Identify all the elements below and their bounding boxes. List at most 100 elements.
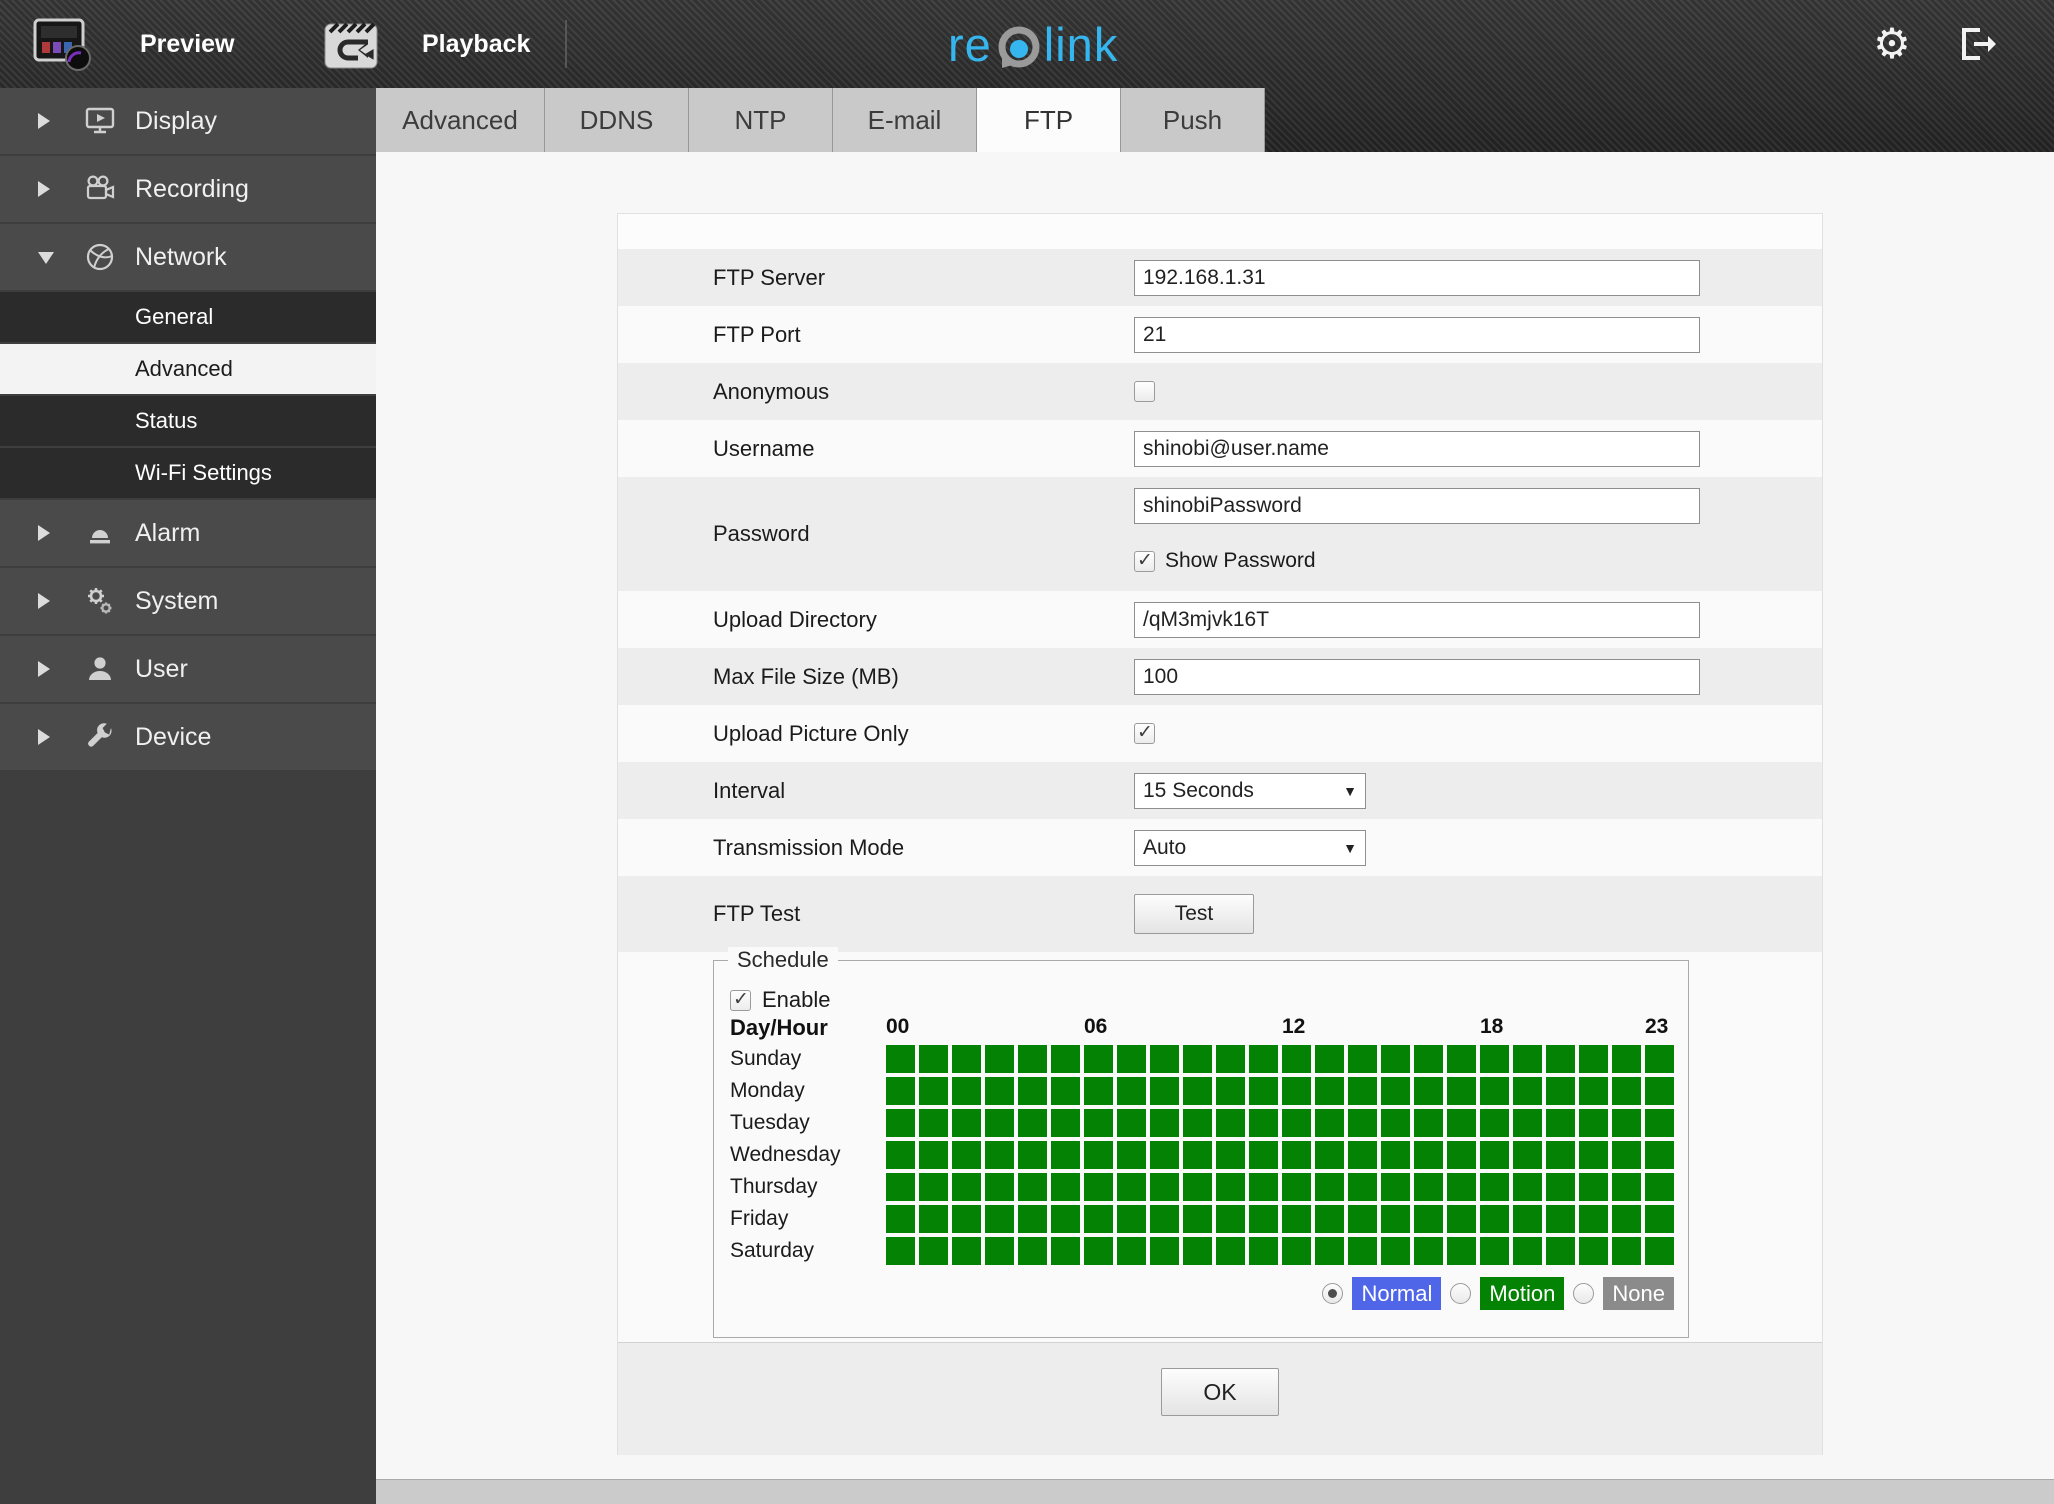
interval-select[interactable]: 15 Seconds ▼ (1134, 772, 1366, 809)
schedule-cell[interactable] (1381, 1109, 1410, 1137)
sidebar-item-system[interactable]: System (0, 568, 376, 634)
ok-button[interactable]: OK (1161, 1368, 1279, 1416)
schedule-cell[interactable] (1315, 1141, 1344, 1169)
tab-email[interactable]: E-mail (833, 88, 977, 152)
tab-ftp[interactable]: FTP (977, 88, 1121, 152)
schedule-cell[interactable] (1480, 1141, 1509, 1169)
schedule-cell[interactable] (1051, 1173, 1080, 1201)
schedule-cell[interactable] (1051, 1045, 1080, 1073)
schedule-cell[interactable] (1117, 1077, 1146, 1105)
transmission-mode-select[interactable]: Auto ▼ (1134, 829, 1366, 866)
schedule-cell[interactable] (919, 1109, 948, 1137)
schedule-cell[interactable] (952, 1205, 981, 1233)
schedule-cell[interactable] (886, 1045, 915, 1073)
schedule-cell[interactable] (1645, 1141, 1674, 1169)
schedule-cell[interactable] (1612, 1141, 1641, 1169)
schedule-cell[interactable] (1183, 1109, 1212, 1137)
show-password-checkbox[interactable] (1134, 549, 1155, 572)
schedule-cell[interactable] (1216, 1077, 1245, 1105)
schedule-cell[interactable] (1249, 1141, 1278, 1169)
schedule-cell[interactable] (1051, 1109, 1080, 1137)
schedule-cell[interactable] (1414, 1173, 1443, 1201)
schedule-mode-radio-none[interactable] (1573, 1283, 1595, 1304)
schedule-cell[interactable] (1084, 1173, 1113, 1201)
schedule-cell[interactable] (1084, 1237, 1113, 1265)
schedule-cell[interactable] (1282, 1237, 1311, 1265)
schedule-cell[interactable] (1348, 1205, 1377, 1233)
schedule-cell[interactable] (1480, 1173, 1509, 1201)
schedule-cell[interactable] (1579, 1109, 1608, 1137)
schedule-cell[interactable] (1051, 1141, 1080, 1169)
tab-ntp[interactable]: NTP (689, 88, 833, 152)
schedule-cell[interactable] (1381, 1045, 1410, 1073)
schedule-cell[interactable] (952, 1109, 981, 1137)
schedule-cell[interactable] (985, 1237, 1014, 1265)
schedule-cell[interactable] (919, 1173, 948, 1201)
schedule-cell[interactable] (919, 1077, 948, 1105)
schedule-cell[interactable] (1348, 1045, 1377, 1073)
schedule-cell[interactable] (1414, 1141, 1443, 1169)
schedule-cell[interactable] (1018, 1109, 1047, 1137)
schedule-cell[interactable] (1150, 1045, 1179, 1073)
schedule-cell[interactable] (1381, 1205, 1410, 1233)
schedule-cell[interactable] (1546, 1173, 1575, 1201)
schedule-cell[interactable] (1447, 1173, 1476, 1201)
schedule-cell[interactable] (1216, 1205, 1245, 1233)
schedule-mode-chip-motion[interactable]: Motion (1480, 1277, 1565, 1310)
schedule-cell[interactable] (952, 1077, 981, 1105)
ftp-test-button[interactable]: Test (1134, 894, 1254, 934)
schedule-cell[interactable] (1084, 1109, 1113, 1137)
schedule-cell[interactable] (1117, 1205, 1146, 1233)
schedule-cell[interactable] (1018, 1173, 1047, 1201)
schedule-cell[interactable] (1612, 1045, 1641, 1073)
schedule-cell[interactable] (1447, 1045, 1476, 1073)
schedule-cell[interactable] (1216, 1237, 1245, 1265)
schedule-cell[interactable] (1645, 1045, 1674, 1073)
schedule-cell[interactable] (1282, 1109, 1311, 1137)
schedule-cell[interactable] (1018, 1205, 1047, 1233)
schedule-cell[interactable] (919, 1205, 948, 1233)
password-input[interactable] (1134, 487, 1700, 524)
schedule-cell[interactable] (1084, 1141, 1113, 1169)
schedule-cell[interactable] (1447, 1141, 1476, 1169)
horizontal-scrollbar[interactable] (376, 1479, 2054, 1504)
schedule-cell[interactable] (1249, 1173, 1278, 1201)
schedule-cell[interactable] (1216, 1109, 1245, 1137)
schedule-cell[interactable] (1645, 1077, 1674, 1105)
schedule-cell[interactable] (1480, 1237, 1509, 1265)
schedule-cell[interactable] (1546, 1141, 1575, 1169)
schedule-cell[interactable] (1579, 1077, 1608, 1105)
schedule-cell[interactable] (1414, 1077, 1443, 1105)
schedule-cell[interactable] (1348, 1077, 1377, 1105)
schedule-cell[interactable] (1051, 1205, 1080, 1233)
sidebar-item-advanced[interactable]: Advanced (0, 344, 376, 394)
schedule-cell[interactable] (1216, 1141, 1245, 1169)
schedule-cell[interactable] (1150, 1237, 1179, 1265)
schedule-cell[interactable] (985, 1173, 1014, 1201)
anonymous-checkbox[interactable] (1134, 381, 1155, 402)
schedule-cell[interactable] (1612, 1237, 1641, 1265)
schedule-cell[interactable] (1579, 1173, 1608, 1201)
schedule-cell[interactable] (1018, 1045, 1047, 1073)
schedule-cell[interactable] (1018, 1141, 1047, 1169)
ftp-server-input[interactable] (1134, 259, 1700, 296)
schedule-cell[interactable] (1282, 1045, 1311, 1073)
schedule-cell[interactable] (1117, 1173, 1146, 1201)
schedule-cell[interactable] (1084, 1045, 1113, 1073)
schedule-cell[interactable] (1249, 1109, 1278, 1137)
sidebar-item-general[interactable]: General (0, 292, 376, 342)
schedule-cell[interactable] (1447, 1077, 1476, 1105)
schedule-cell[interactable] (1513, 1205, 1542, 1233)
schedule-cell[interactable] (919, 1237, 948, 1265)
schedule-cell[interactable] (1183, 1045, 1212, 1073)
schedule-cell[interactable] (1381, 1141, 1410, 1169)
schedule-cell[interactable] (1513, 1173, 1542, 1201)
sidebar-item-display[interactable]: Display (0, 88, 376, 154)
schedule-cell[interactable] (886, 1237, 915, 1265)
upload-picture-only-checkbox[interactable] (1134, 721, 1155, 744)
schedule-cell[interactable] (1513, 1141, 1542, 1169)
schedule-cell[interactable] (1018, 1237, 1047, 1265)
schedule-cell[interactable] (1084, 1077, 1113, 1105)
schedule-cell[interactable] (1084, 1205, 1113, 1233)
schedule-cell[interactable] (1183, 1237, 1212, 1265)
